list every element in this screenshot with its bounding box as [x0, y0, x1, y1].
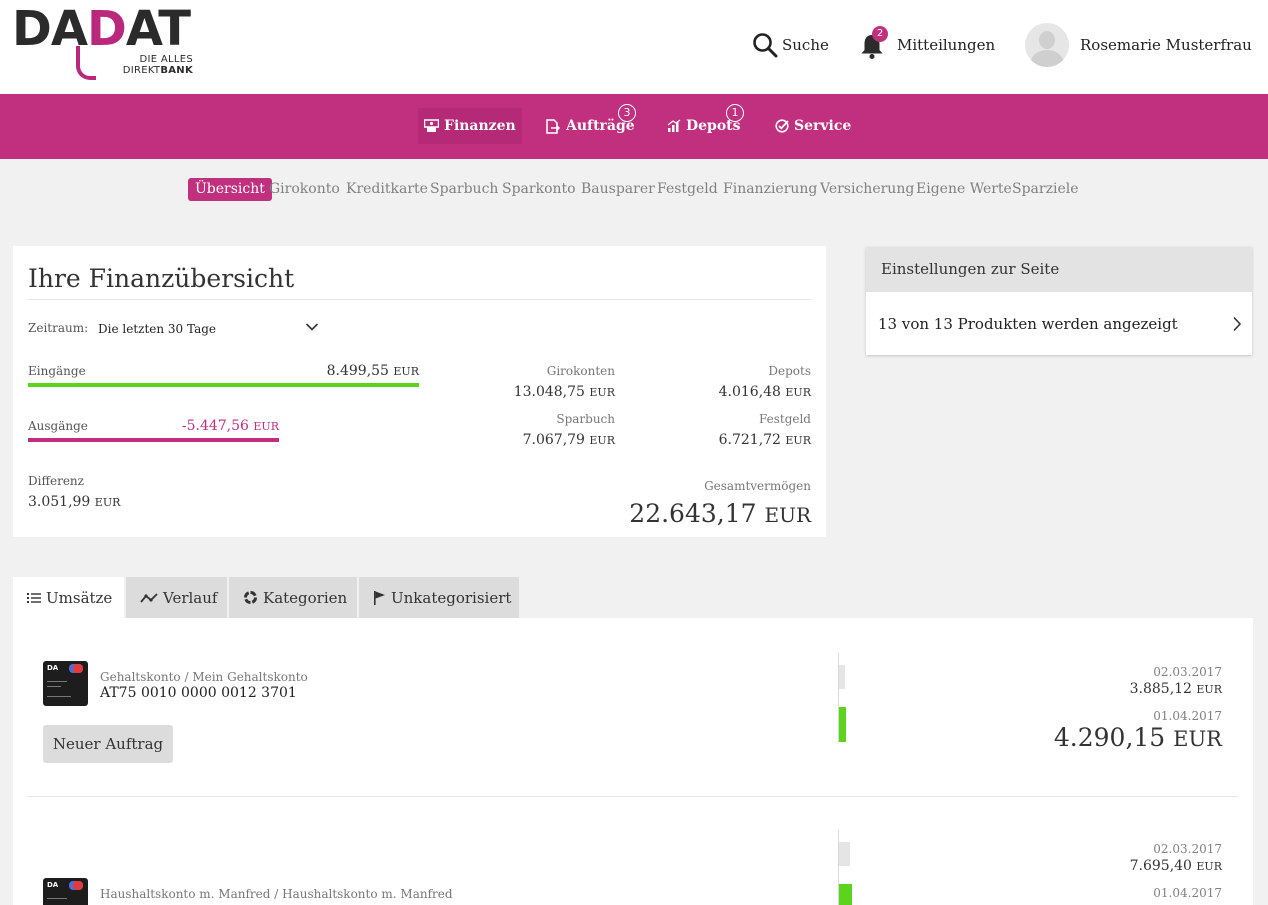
expenses-bar	[28, 438, 279, 442]
sub-navigation: Übersicht Girokonto Kreditkarte Sparbuch…	[0, 178, 1268, 202]
subnav-versicherung[interactable]: Versicherung	[820, 178, 914, 201]
products-shown-link[interactable]: 13 von 13 Produkten werden angezeigt	[866, 292, 1252, 355]
income-bar	[28, 383, 419, 387]
balance-bar-current	[839, 884, 852, 905]
balance-current: 4.290,15 EUR	[1053, 723, 1222, 752]
subnav-sparkonto[interactable]: Sparkonto	[502, 178, 576, 201]
subnav-festgeld[interactable]: Festgeld	[657, 178, 718, 201]
orders-icon	[546, 118, 561, 134]
account-name: Haushaltskonto m. Manfred / Haushaltskon…	[100, 887, 453, 901]
total-assets-value: 22.643,17 EUR	[629, 499, 811, 528]
messages-label: Mitteilungen	[897, 36, 996, 54]
messages-button[interactable]: 2 Mitteilungen	[859, 26, 996, 60]
girokonten-label: Girokonten	[546, 364, 615, 378]
main-navigation: Finanzen Aufträge 3 Depots 1 Service	[0, 94, 1268, 159]
nav-auftraege[interactable]: Aufträge 3	[546, 104, 636, 144]
logo-speech-tail	[76, 46, 96, 80]
top-header: DADAT DIE ALLES DIREKTBANK Suche 2 Mitte…	[0, 0, 1268, 94]
flag-icon	[374, 591, 385, 605]
transactions-panel: DA Gehaltskonto / Mein Gehaltskonto AT75…	[13, 618, 1253, 905]
page-settings-card: Einstellungen zur Seite 13 von 13 Produk…	[866, 247, 1252, 355]
tab-umsaetze-label: Umsätze	[46, 588, 113, 607]
nav-service[interactable]: Service	[775, 108, 851, 144]
balance-bar-previous	[839, 842, 850, 866]
income-amount: 8.499,55 EUR	[326, 363, 419, 379]
avatar	[1025, 23, 1069, 67]
balance-date-current: 01.04.2017	[1153, 709, 1222, 723]
depot-chart-icon	[667, 119, 681, 132]
festgeld-label: Festgeld	[758, 412, 811, 426]
account-separator	[27, 796, 1238, 797]
nav-finanzen[interactable]: Finanzen	[418, 108, 522, 144]
tab-kategorien-label: Kategorien	[263, 588, 348, 607]
expenses-label: Ausgänge	[28, 419, 88, 433]
sparbuch-label: Sparbuch	[556, 412, 615, 426]
nav-depots[interactable]: Depots 1	[667, 104, 744, 144]
finance-overview-card: Ihre Finanzübersicht Zeitraum: Die letzt…	[13, 246, 826, 537]
subnav-sparbuch[interactable]: Sparbuch	[430, 178, 498, 201]
account-name: Gehaltskonto / Mein Gehaltskonto	[100, 670, 308, 684]
depots-value: 4.016,48 EUR	[718, 384, 811, 400]
account-card-icon: DA	[43, 661, 88, 706]
tab-verlauf[interactable]: Verlauf	[126, 577, 227, 618]
income-label: Eingänge	[28, 364, 86, 378]
subnav-eigene-werte[interactable]: Eigene Werte	[916, 178, 1012, 201]
tab-verlauf-label: Verlauf	[163, 588, 218, 607]
service-check-icon	[775, 119, 789, 133]
sparbuch-value: 7.067,79 EUR	[522, 432, 615, 448]
balance-previous: 7.695,40 EUR	[1129, 858, 1222, 874]
balance-bar-current	[839, 707, 846, 742]
period-select[interactable]: Die letzten 30 Tage	[98, 322, 216, 336]
depots-label: Depots	[768, 364, 811, 378]
difference-amount: 3.051,99 EUR	[28, 494, 121, 510]
title-divider	[28, 299, 811, 300]
nav-finanzen-label: Finanzen	[444, 118, 516, 134]
chevron-right-icon	[1233, 316, 1242, 332]
nav-depots-badge: 1	[726, 104, 744, 122]
user-menu[interactable]: Rosemarie Musterfrau	[1025, 22, 1252, 68]
dadat-logo[interactable]: DADAT DIE ALLES DIREKTBANK	[12, 1, 207, 82]
balance-date-current: 01.04.2017	[1153, 886, 1222, 900]
balance-date-previous: 02.03.2017	[1153, 665, 1222, 679]
subnav-girokonto[interactable]: Girokonto	[269, 178, 340, 201]
nav-auftraege-badge: 3	[618, 104, 636, 122]
balance-date-previous: 02.03.2017	[1153, 842, 1222, 856]
account-card-icon: DA	[43, 878, 88, 905]
overview-title: Ihre Finanzübersicht	[28, 264, 295, 293]
logo-wordmark: DADAT	[12, 1, 191, 57]
difference-label: Differenz	[28, 474, 84, 488]
search-icon	[753, 33, 778, 58]
girokonten-value: 13.048,75 EUR	[513, 384, 615, 400]
finance-icon	[424, 119, 439, 132]
user-name: Rosemarie Musterfrau	[1080, 36, 1252, 54]
nav-service-label: Service	[794, 118, 852, 134]
search-label: Suche	[782, 36, 829, 54]
account-iban: AT75 0010 0000 0012 3701	[100, 685, 297, 701]
subnav-finanzierung[interactable]: Finanzierung	[723, 178, 817, 201]
tab-umsaetze[interactable]: Umsätze	[13, 577, 124, 618]
balance-previous: 3.885,12 EUR	[1129, 681, 1222, 697]
list-icon	[27, 592, 41, 603]
chevron-down-icon[interactable]	[305, 322, 319, 332]
balance-bar-previous	[839, 665, 845, 689]
tab-unkategorisiert-label: Unkategorisiert	[391, 588, 512, 607]
subnav-sparziele[interactable]: Sparziele	[1012, 178, 1079, 201]
tab-kategorien[interactable]: Kategorien	[229, 577, 357, 618]
trend-line-icon	[140, 592, 158, 603]
products-shown-text: 13 von 13 Produkten werden angezeigt	[878, 314, 1178, 333]
festgeld-value: 6.721,72 EUR	[718, 432, 811, 448]
subnav-kreditkarte[interactable]: Kreditkarte	[346, 178, 428, 201]
donut-icon	[244, 591, 257, 604]
tab-unkategorisiert[interactable]: Unkategorisiert	[359, 577, 519, 618]
period-label: Zeitraum:	[28, 321, 89, 335]
settings-title: Einstellungen zur Seite	[866, 247, 1252, 292]
messages-count-badge: 2	[872, 26, 888, 42]
new-order-button[interactable]: Neuer Auftrag	[43, 725, 173, 763]
search-button[interactable]: Suche	[752, 30, 829, 60]
logo-tagline: DIE ALLES DIREKTBANK	[122, 54, 193, 76]
total-assets-label: Gesamtvermögen	[704, 479, 811, 493]
expenses-amount: -5.447,56 EUR	[181, 418, 279, 434]
subnav-uebersicht[interactable]: Übersicht	[188, 178, 272, 201]
subnav-bausparer[interactable]: Bausparer	[581, 178, 655, 201]
